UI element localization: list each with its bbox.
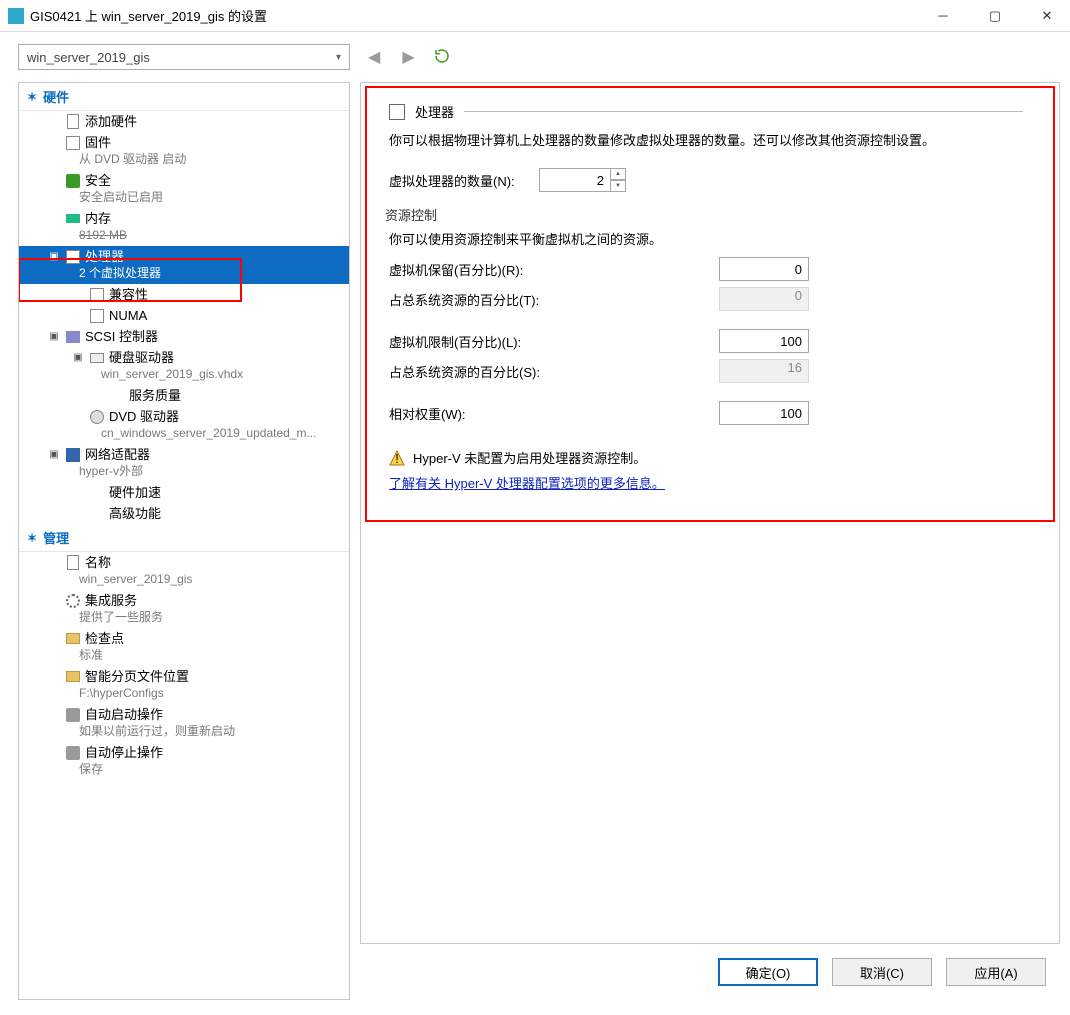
vm-selector-value: win_server_2019_gis xyxy=(27,50,150,65)
panel-header: 处理器 xyxy=(389,102,1023,121)
tree-compatibility[interactable]: 兼容性 xyxy=(19,284,349,305)
top-row: win_server_2019_gis ▾ ◀ ▶ xyxy=(18,44,1060,70)
tree-hw-accel[interactable]: 硬件加速 xyxy=(19,482,349,503)
warning-row: ! Hyper-V 未配置为启用处理器资源控制。 xyxy=(389,448,1023,467)
vp-count-label: 虚拟处理器的数量(N): xyxy=(389,171,539,190)
limit-label: 虚拟机限制(百分比)(L): xyxy=(389,332,719,351)
tree-firmware[interactable]: 固件从 DVD 驱动器 启动 xyxy=(19,132,349,170)
limit-input[interactable] xyxy=(719,329,809,353)
tree-smartpaging[interactable]: 智能分页文件位置F:\hyperConfigs xyxy=(19,666,349,704)
nav-back-button[interactable]: ◀ xyxy=(364,45,384,69)
tree-qos[interactable]: 服务质量 xyxy=(19,385,349,406)
nav-forward-button[interactable]: ▶ xyxy=(398,45,418,69)
resource-group-desc: 你可以使用资源控制来平衡虚拟机之间的资源。 xyxy=(389,230,1023,250)
panel-title: 处理器 xyxy=(415,102,454,121)
refresh-button[interactable] xyxy=(433,47,451,68)
tree-integration[interactable]: 集成服务提供了一些服务 xyxy=(19,590,349,628)
settings-tree[interactable]: ✶硬件 添加硬件 固件从 DVD 驱动器 启动 安全安全启动已启用 内存8192… xyxy=(18,82,350,1000)
tree-checkpoint[interactable]: 检查点标准 xyxy=(19,628,349,666)
button-row: 确定(O) 取消(C) 应用(A) xyxy=(360,944,1060,1000)
tree-adv-features[interactable]: 高级功能 xyxy=(19,503,349,524)
vp-count-spinner[interactable]: ▲▼ xyxy=(610,168,626,192)
titlebar: GIS0421 上 win_server_2019_gis 的设置 ─ ▢ ✕ xyxy=(0,0,1070,32)
tree-security[interactable]: 安全安全启动已启用 xyxy=(19,170,349,208)
tree-name[interactable]: 名称win_server_2019_gis xyxy=(19,552,349,590)
warning-icon: ! xyxy=(389,450,405,466)
limit-pct-value: 16 xyxy=(719,359,809,383)
collapse-icon[interactable]: ▣ xyxy=(71,349,85,366)
window-title: GIS0421 上 win_server_2019_gis 的设置 xyxy=(30,6,267,25)
close-button[interactable]: ✕ xyxy=(1024,0,1070,31)
cancel-button[interactable]: 取消(C) xyxy=(832,958,932,986)
reserve-input[interactable] xyxy=(719,257,809,281)
tree-processor[interactable]: ▣处理器2 个虚拟处理器 xyxy=(19,246,349,284)
tree-autostart[interactable]: 自动启动操作如果以前运行过，则重新启动 xyxy=(19,704,349,742)
vp-count-input[interactable] xyxy=(539,168,611,192)
limit-pct-label: 占总系统资源的百分比(S): xyxy=(389,362,719,381)
reserve-label: 虚拟机保留(百分比)(R): xyxy=(389,260,719,279)
weight-input[interactable] xyxy=(719,401,809,425)
collapse-icon[interactable]: ▣ xyxy=(47,248,61,265)
learn-more-link[interactable]: 了解有关 Hyper-V 处理器配置选项的更多信息。 xyxy=(389,473,665,492)
tree-nic[interactable]: ▣网络适配器hyper-v外部 xyxy=(19,444,349,482)
maximize-button[interactable]: ▢ xyxy=(972,0,1018,31)
warning-text: Hyper-V 未配置为启用处理器资源控制。 xyxy=(413,448,646,467)
tree-hdd[interactable]: ▣硬盘驱动器win_server_2019_gis.vhdx xyxy=(19,347,349,385)
reserve-pct-label: 占总系统资源的百分比(T): xyxy=(389,290,719,309)
collapse-icon[interactable]: ▣ xyxy=(47,446,61,463)
tree-add-hardware[interactable]: 添加硬件 xyxy=(19,111,349,132)
app-icon xyxy=(8,8,24,24)
svg-text:!: ! xyxy=(395,451,399,466)
tree-autostop[interactable]: 自动停止操作保存 xyxy=(19,742,349,780)
panel-description: 你可以根据物理计算机上处理器的数量修改虚拟处理器的数量。还可以修改其他资源控制设… xyxy=(389,131,1023,151)
category-management[interactable]: ✶管理 xyxy=(19,524,349,552)
category-hardware[interactable]: ✶硬件 xyxy=(19,83,349,111)
weight-label: 相对权重(W): xyxy=(389,404,719,423)
tree-scsi[interactable]: ▣SCSI 控制器 xyxy=(19,326,349,347)
ok-button[interactable]: 确定(O) xyxy=(718,958,818,986)
reserve-pct-value: 0 xyxy=(719,287,809,311)
detail-panel: 处理器 你可以根据物理计算机上处理器的数量修改虚拟处理器的数量。还可以修改其他资… xyxy=(360,82,1060,944)
processor-icon xyxy=(389,104,405,120)
resource-group-title: 资源控制 xyxy=(385,205,1023,224)
apply-button[interactable]: 应用(A) xyxy=(946,958,1046,986)
tree-dvd[interactable]: DVD 驱动器cn_windows_server_2019_updated_m.… xyxy=(19,406,349,444)
collapse-icon[interactable]: ▣ xyxy=(47,328,61,345)
tree-memory[interactable]: 内存8192 MB xyxy=(19,208,349,246)
minimize-button[interactable]: ─ xyxy=(920,0,966,31)
chevron-down-icon: ▾ xyxy=(336,52,341,63)
vm-selector[interactable]: win_server_2019_gis ▾ xyxy=(18,44,350,70)
tree-numa[interactable]: NUMA xyxy=(19,305,349,326)
